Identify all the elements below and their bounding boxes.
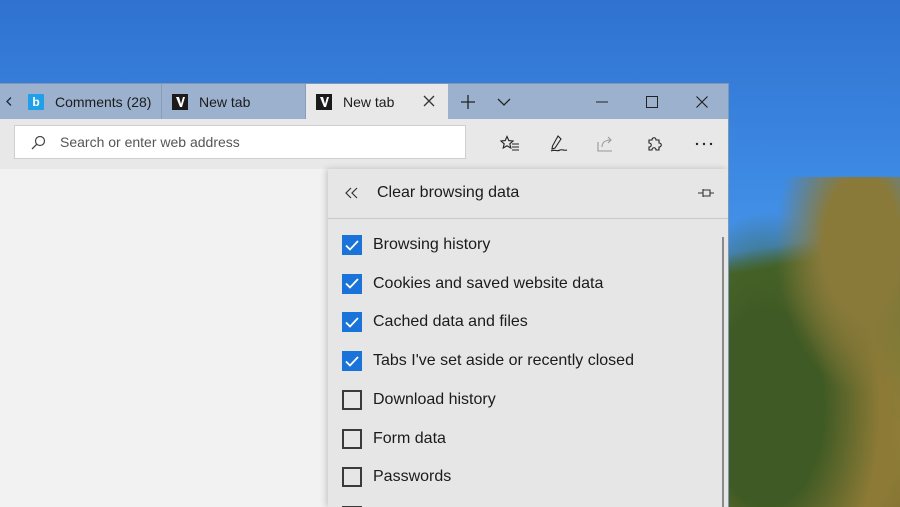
more-icon[interactable] — [687, 127, 721, 161]
option-label: Tabs I've set aside or recently closed — [373, 352, 634, 370]
web-note-icon[interactable] — [542, 127, 576, 161]
pin-icon[interactable] — [696, 183, 716, 203]
page-content-area — [0, 169, 328, 507]
edge-newtab-icon — [172, 93, 188, 110]
share-icon — [589, 127, 623, 161]
option-label: Download history — [373, 390, 496, 408]
tab-preview-chevron-down-icon[interactable] — [486, 84, 522, 119]
option-cached-data[interactable]: Cached data and files — [342, 310, 528, 334]
option-label: Form data — [373, 429, 446, 447]
checkmark-icon — [345, 317, 359, 328]
tab-label: New tab — [199, 93, 251, 110]
title-bar: b Comments (28) New tab New tab — [0, 84, 728, 119]
panel-divider — [328, 218, 728, 219]
search-icon — [30, 134, 46, 150]
option-cookies[interactable]: Cookies and saved website data — [342, 272, 603, 296]
favorites-icon[interactable] — [493, 127, 527, 161]
navigation-toolbar — [0, 119, 728, 169]
option-browsing-history[interactable]: Browsing history — [342, 233, 490, 257]
panel-scrollbar[interactable] — [722, 237, 724, 507]
browser-window: b Comments (28) New tab New tab Search o… — [0, 84, 728, 507]
panel-header: Clear browsing data — [328, 169, 728, 217]
minimize-button[interactable] — [576, 84, 628, 119]
checkbox-unchecked[interactable] — [342, 428, 362, 449]
checkbox-checked[interactable] — [342, 273, 362, 294]
checkbox-checked[interactable] — [342, 312, 362, 333]
checkbox-checked[interactable] — [342, 235, 362, 255]
back-chevrons-icon[interactable] — [342, 183, 362, 203]
tab-label: Comments (28) — [55, 93, 152, 110]
extensions-icon[interactable] — [638, 127, 672, 161]
option-label: Cookies and saved website data — [373, 274, 604, 292]
close-window-button[interactable] — [676, 84, 728, 119]
option-label: Cached data and files — [373, 313, 528, 331]
clear-browsing-data-panel: Clear browsing data Browsing history Cook… — [328, 169, 728, 507]
bing-icon: b — [28, 93, 44, 110]
desktop-wallpaper — [710, 177, 900, 507]
address-input[interactable] — [58, 133, 442, 151]
tab-new-tab-active[interactable]: New tab — [306, 84, 448, 119]
tab-new-tab-1[interactable]: New tab — [162, 84, 306, 119]
option-passwords[interactable]: Passwords — [342, 465, 451, 489]
tab-scroll-left-button[interactable] — [0, 84, 18, 119]
checkmark-icon — [345, 355, 359, 367]
checkbox-checked[interactable] — [342, 351, 362, 372]
edge-newtab-icon — [316, 93, 332, 110]
checkbox-unchecked[interactable] — [342, 389, 362, 410]
close-tab-icon[interactable] — [420, 92, 438, 110]
option-tabs-set-aside[interactable]: Tabs I've set aside or recently closed — [342, 349, 634, 373]
option-label: Passwords — [373, 468, 452, 486]
address-bar[interactable] — [14, 125, 466, 159]
checkbox-unchecked[interactable] — [342, 467, 362, 488]
tab-label: New tab — [343, 93, 395, 110]
checkmark-icon — [345, 239, 359, 251]
checkmark-icon — [345, 278, 359, 289]
option-form-data[interactable]: Form data — [342, 427, 446, 451]
option-label: Browsing history — [373, 236, 491, 253]
panel-title: Clear browsing data — [377, 184, 520, 201]
new-tab-button[interactable] — [450, 84, 486, 119]
option-download-history[interactable]: Download history — [342, 388, 496, 412]
maximize-button[interactable] — [626, 84, 678, 119]
tab-comments[interactable]: b Comments (28) — [18, 84, 162, 119]
